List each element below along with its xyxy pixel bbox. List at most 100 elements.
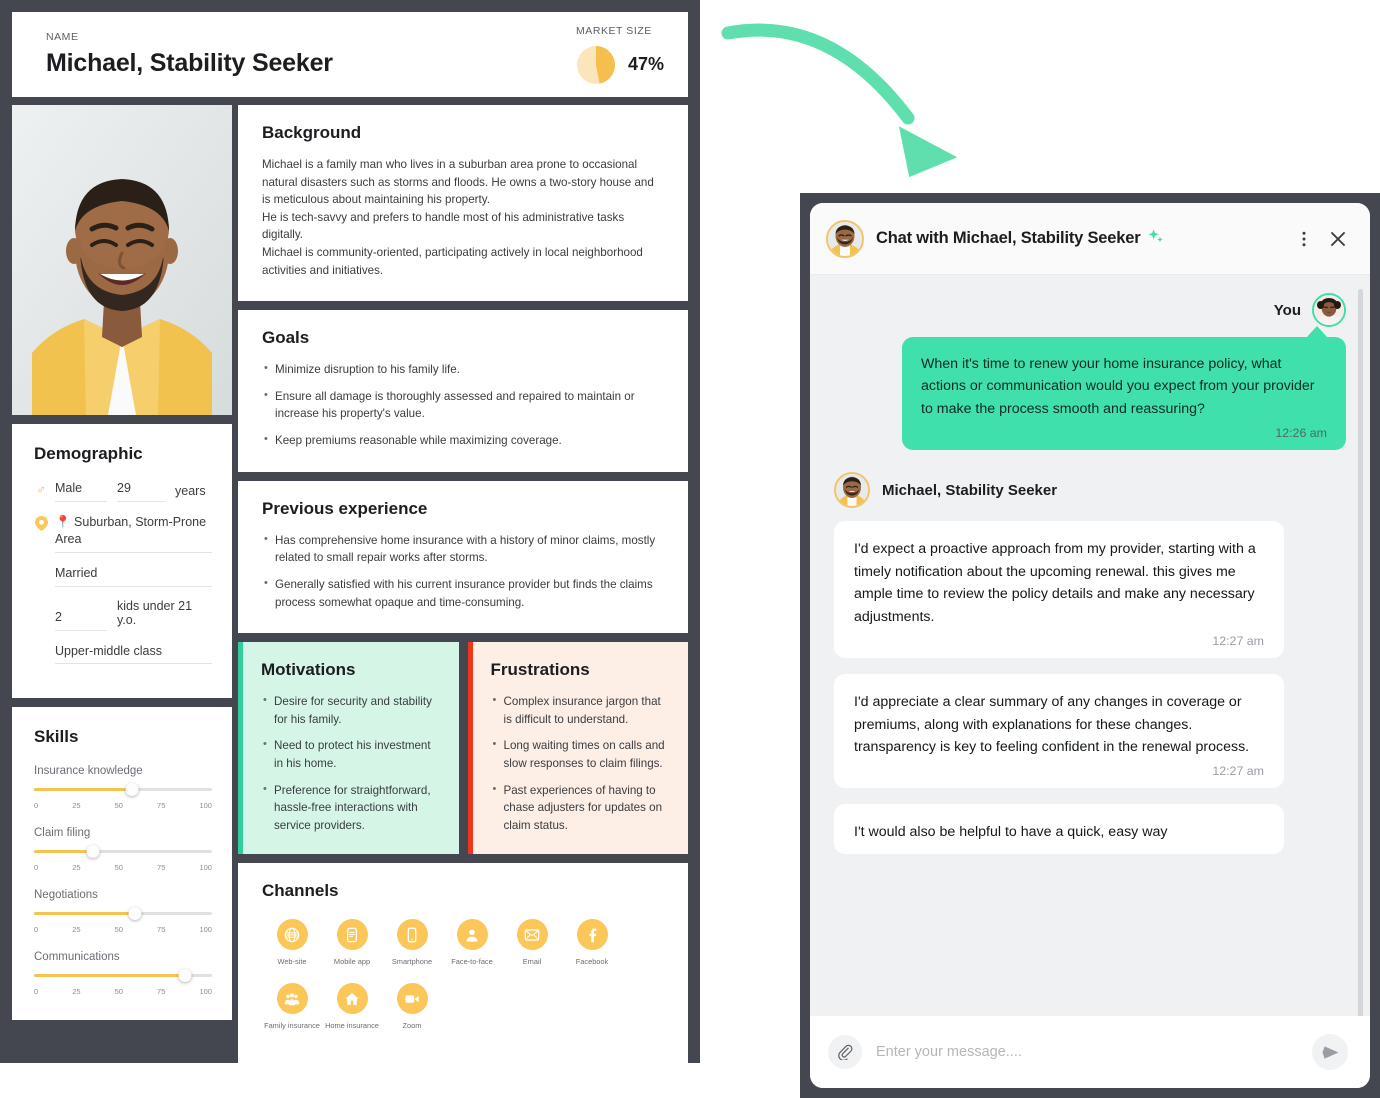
skill-tick-labels: 0 25 50 75 100 (34, 981, 212, 996)
channel-label: Mobile app (333, 957, 371, 967)
skill-slider[interactable] (34, 845, 212, 859)
chat-composer (810, 1016, 1370, 1088)
channel-item[interactable]: Mobile app (322, 919, 382, 967)
send-message-button[interactable] (1312, 1034, 1348, 1070)
chat-message-list[interactable]: You When it's time to renew your home in… (810, 275, 1370, 1016)
demographic-class-row: Upper-middle class (34, 643, 212, 665)
market-size-value: 47% (627, 54, 664, 74)
tick-label: 50 (114, 801, 123, 811)
background-title: Background (262, 123, 362, 142)
skill-slider[interactable] (34, 969, 212, 983)
frustrations-title: Frustrations (490, 660, 590, 680)
tick-label: 75 (157, 801, 166, 811)
channel-item[interactable]: Email (502, 919, 562, 967)
demographic-location-row: 📍 Suburban, Storm-Prone Area (34, 514, 212, 553)
demographic-card: Demographic ♂ Male 29 years 📍 Suburban, … (12, 424, 232, 699)
family-icon (276, 983, 308, 1015)
social-class-value[interactable]: Upper-middle class (55, 643, 212, 665)
user-message-bubble: When it's time to renew your home insura… (902, 325, 1346, 451)
channel-item[interactable]: Home insurance (322, 983, 382, 1031)
smartphone-icon (396, 919, 428, 951)
channels-card: Channels Web-site Mobile app Smartphone Fac… (238, 863, 688, 1074)
chat-more-options-button[interactable] (1290, 225, 1318, 253)
channel-item[interactable]: Family insurance (262, 983, 322, 1031)
tick-label: 25 (72, 863, 81, 873)
channel-item[interactable]: Facebook (562, 919, 622, 967)
tick-label: 100 (199, 925, 212, 935)
attachment-icon[interactable] (828, 1035, 862, 1069)
close-icon[interactable] (1324, 225, 1352, 253)
channel-label: Face-to-face (451, 957, 493, 967)
skill-slider[interactable] (34, 907, 212, 921)
location-value[interactable]: 📍 Suburban, Storm-Prone Area (55, 514, 212, 553)
marital-spacer-icon (34, 565, 48, 567)
gender-value[interactable]: Male (55, 480, 107, 502)
goal-item: Ensure all damage is thoroughly assessed… (262, 387, 664, 423)
persona-message-bubble: I't would also be helpful to have a quic… (834, 804, 1284, 854)
skills-title: Skills (34, 727, 79, 747)
skill-slider-handle[interactable] (128, 907, 142, 921)
channel-label: Email (522, 957, 542, 967)
skill-slider-handle[interactable] (178, 969, 192, 983)
skill-label: Communications (34, 951, 120, 964)
tick-label: 25 (72, 987, 81, 997)
tick-label: 75 (157, 863, 166, 873)
frustration-item: Past experiences of having to chase adju… (491, 781, 671, 835)
motivations-title: Motivations (261, 660, 356, 680)
skill-item: Insurance knowledge 0 25 50 75 100 (34, 765, 212, 810)
motivations-list: Desire for security and stability for hi… (261, 692, 441, 834)
skill-item: Negotiations 0 25 50 75 100 (34, 889, 212, 934)
persona-name-label: Michael, Stability Seeker (882, 481, 1058, 499)
chat-window: Chat with Michael, Stability Seeker You (810, 203, 1370, 1088)
age-value[interactable]: 29 (117, 480, 165, 502)
background-card: Background Michael is a family man who l… (238, 105, 688, 302)
skill-item: Claim filing 0 25 50 75 100 (34, 827, 212, 872)
tick-label: 100 (199, 801, 212, 811)
skill-label: Negotiations (34, 889, 98, 902)
frustrations-card: Frustrations Complex insurance jargon th… (467, 642, 688, 855)
tick-label: 50 (114, 925, 123, 935)
tick-label: 50 (114, 987, 123, 997)
message-timestamp: 12:26 am (1275, 426, 1327, 441)
kids-spacer-icon (34, 599, 48, 601)
marital-status-value[interactable]: Married (55, 565, 212, 587)
kids-count-value[interactable]: 2 (55, 609, 107, 631)
tick-label: 75 (157, 925, 166, 935)
age-unit-label: years (175, 483, 206, 498)
sparkle-icon (1147, 228, 1164, 249)
previous-experience-item: Has comprehensive home insurance with a … (262, 531, 664, 567)
frustrations-list: Complex insurance jargon that is difficu… (491, 692, 671, 835)
skill-slider-fill (34, 912, 136, 916)
globe-icon (276, 919, 308, 951)
skill-tick-labels: 0 25 50 75 100 (34, 795, 212, 810)
you-label-row: You (834, 293, 1346, 327)
channel-label: Facebook (575, 957, 609, 967)
skill-slider-handle[interactable] (86, 845, 100, 859)
tick-label: 75 (157, 987, 166, 997)
persona-header-card: NAME Michael, Stability Seeker MARKET SI… (12, 12, 688, 97)
skill-slider-handle[interactable] (125, 783, 139, 797)
user-avatar (1312, 293, 1346, 327)
tick-label: 0 (34, 987, 39, 997)
video-camera-icon (396, 983, 428, 1015)
demographic-marital-row: Married (34, 565, 212, 587)
channel-item[interactable]: Smartphone (382, 919, 442, 967)
channel-label: Home insurance (325, 1021, 379, 1031)
channel-item[interactable]: Face-to-face (442, 919, 502, 967)
channel-label: Family insurance (264, 1021, 320, 1031)
message-timestamp: 12:27 am (1212, 764, 1264, 779)
skill-slider[interactable] (34, 783, 212, 797)
background-paragraph: Michael is community-oriented, participa… (262, 246, 643, 277)
skill-slider-fill (34, 974, 186, 978)
skill-tick-labels: 0 25 50 75 100 (34, 857, 212, 872)
channel-item[interactable]: Web-site (262, 919, 322, 967)
tick-label: 0 (34, 801, 39, 811)
male-gender-icon: ♂ (36, 482, 46, 497)
goals-card: Goals Minimize disruption to his family … (238, 310, 688, 472)
message-input[interactable] (876, 1044, 1298, 1060)
channel-item[interactable]: Zoom (382, 983, 442, 1031)
skill-slider-fill (34, 850, 93, 854)
tick-label: 100 (199, 987, 212, 997)
chat-scrollbar[interactable] (1358, 289, 1363, 1016)
skill-label: Claim filing (34, 827, 91, 840)
